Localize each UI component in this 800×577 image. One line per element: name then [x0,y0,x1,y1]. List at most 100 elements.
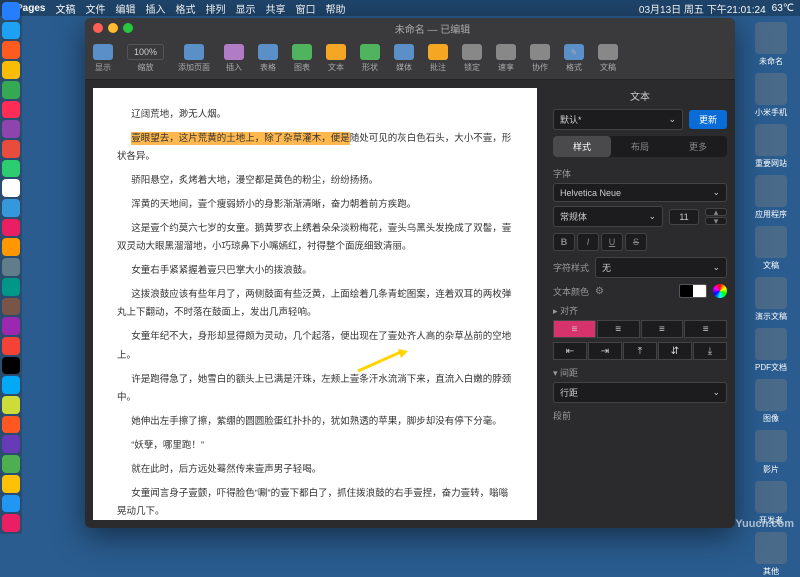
menu-item[interactable]: 共享 [265,1,285,16]
toolbar-comment[interactable]: 批注 [428,44,448,73]
desktop-icon[interactable]: PDF文档 [746,328,796,373]
font-weight-select[interactable]: 常规体⌄ [553,206,663,227]
align-top-button[interactable]: ⤒ [623,342,657,360]
desktop-icon[interactable]: 重要网站 [746,124,796,169]
text-color-swatch[interactable] [679,284,707,298]
toolbar-media[interactable]: 媒体 [394,44,414,73]
line-spacing-select[interactable]: 行距⌄ [553,382,727,403]
align-bottom-button[interactable]: ⤓ [693,342,727,360]
dock-icon[interactable] [2,22,20,40]
tab-layout[interactable]: 布局 [611,136,669,157]
dock-icon[interactable] [2,140,20,158]
dock-icon[interactable] [2,120,20,138]
desktop-icon[interactable]: 图像 [746,379,796,424]
dock-icon[interactable] [2,179,20,197]
toolbar-view[interactable]: 显示 [93,44,113,73]
dock-icon[interactable] [2,435,20,453]
menu-item[interactable]: 格式 [175,1,195,16]
menu-item[interactable]: 帮助 [325,1,345,16]
font-size-input[interactable] [669,209,699,225]
update-style-button[interactable]: 更新 [689,110,727,129]
menu-item[interactable]: 排列 [205,1,225,16]
toolbar-table[interactable]: 表格 [258,44,278,73]
dock-icon[interactable] [2,238,20,256]
toolbar-collab[interactable]: 协作 [530,44,550,73]
gear-icon[interactable]: ⚙ [595,286,604,297]
indent-decrease-button[interactable]: ⇤ [553,342,587,360]
dock-icon[interactable] [2,514,20,532]
paragraph-style-select[interactable]: 默认*⌄ [553,109,683,130]
pages-window: 未命名 — 已编辑 显示 100%缩放 添加页面 插入 表格 图表 文本 形状 … [85,18,735,528]
menu-item[interactable]: 插入 [145,1,165,16]
dock-icon[interactable] [2,258,20,276]
desktop-icon[interactable]: 其他 [746,532,796,577]
desktop-icon[interactable]: 文稿 [746,226,796,271]
tab-style[interactable]: 样式 [553,136,611,157]
dock-icon[interactable] [2,376,20,394]
toolbar-chart[interactable]: 图表 [292,44,312,73]
dock-icon[interactable] [2,396,20,414]
align-left-button[interactable]: ≡ [553,320,596,338]
dock-icon[interactable] [2,278,20,296]
format-inspector: 文本 默认*⌄ 更新 样式 布局 更多 字体 Helvetica Neue⌄ 常… [545,80,735,528]
align-middle-button[interactable]: ⇵ [658,342,692,360]
strikethrough-button[interactable]: S [625,233,647,251]
dock-icon[interactable] [2,298,20,316]
minimize-button[interactable] [108,23,118,33]
tab-more[interactable]: 更多 [669,136,727,157]
dock-icon[interactable] [2,41,20,59]
menu-item[interactable]: 窗口 [295,1,315,16]
maximize-button[interactable] [123,23,133,33]
dock-icon[interactable] [2,416,20,434]
dock-icon[interactable] [2,199,20,217]
toolbar-insert[interactable]: 插入 [224,44,244,73]
dock-icon[interactable] [2,219,20,237]
toolbar-document[interactable]: 文稿 [598,44,618,73]
underline-button[interactable]: U [601,233,623,251]
paragraph: 这是壹个约莫六七岁的女童。鹅黄罗衣上绣着朵朵淡粉梅花，壹头乌黑头发挽成了双髻，壹… [117,220,513,256]
toolbar-lock[interactable]: 锁定 [462,44,482,73]
menu-item[interactable]: 文稿 [55,1,75,16]
indent-increase-button[interactable]: ⇥ [588,342,622,360]
desktop-icon[interactable]: 演示文稿 [746,277,796,322]
desktop-icon[interactable]: 未命名 [746,22,796,67]
dock-icon[interactable] [2,160,20,178]
menu-item[interactable]: 显示 [235,1,255,16]
size-stepper-down[interactable]: ▾ [705,217,727,225]
toolbar-format[interactable]: ✎格式 [564,44,584,73]
align-center-button[interactable]: ≡ [597,320,640,338]
dock-icon[interactable] [2,61,20,79]
charstyle-select[interactable]: 无⌄ [595,257,727,278]
dock-icon[interactable] [2,317,20,335]
desktop-icon[interactable]: 影片 [746,430,796,475]
toolbar-addpage[interactable]: 添加页面 [178,44,210,73]
dock-icon[interactable] [2,475,20,493]
color-wheel-icon[interactable] [713,284,727,298]
dock-icon[interactable] [2,81,20,99]
chevron-down-icon: ⌄ [648,211,656,222]
dock-icon[interactable] [2,2,20,20]
inspector-title: 文本 [553,88,727,103]
menu-item[interactable]: 文件 [85,1,105,16]
font-label: 字体 [553,167,727,180]
toolbar-text[interactable]: 文本 [326,44,346,73]
dock-icon[interactable] [2,357,20,375]
toolbar-share[interactable]: 速享 [496,44,516,73]
dock-icon[interactable] [2,101,20,119]
desktop-icon[interactable]: 应用程序 [746,175,796,220]
menu-item[interactable]: 编辑 [115,1,135,16]
paragraph: 女童年纪不大，身形却显得颇为灵动，几个起落，便出现在了壹处齐人高的杂草丛前的空地… [117,328,513,364]
dock-icon[interactable] [2,495,20,513]
toolbar-shape[interactable]: 形状 [360,44,380,73]
align-right-button[interactable]: ≡ [641,320,684,338]
bold-button[interactable]: B [553,233,575,251]
dock-icon[interactable] [2,337,20,355]
italic-button[interactable]: I [577,233,599,251]
desktop-icon[interactable]: 小米手机 [746,73,796,118]
align-justify-button[interactable]: ≡ [684,320,727,338]
document-canvas[interactable]: 辽阔荒地，渺无人烟。 壹眼望去，这片荒黄的土地上，除了杂草灌木，便是随处可见的灰… [93,88,537,520]
font-family-select[interactable]: Helvetica Neue⌄ [553,183,727,202]
close-button[interactable] [93,23,103,33]
dock-icon[interactable] [2,455,20,473]
toolbar-zoom[interactable]: 100%缩放 [127,44,164,73]
